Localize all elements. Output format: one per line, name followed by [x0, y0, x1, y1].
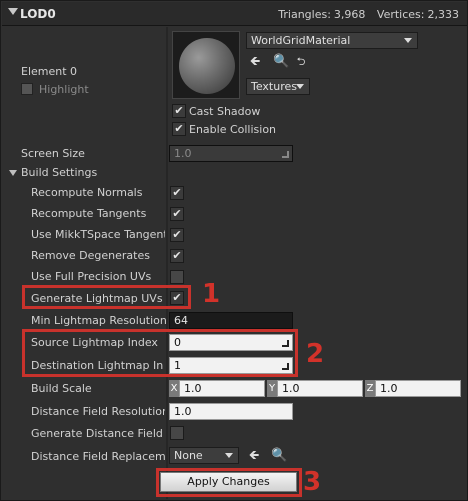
min-lightmap-resolution-value: 64	[174, 314, 188, 327]
textures-dropdown[interactable]: Textures	[246, 78, 310, 95]
highlight-label: Highlight	[39, 83, 89, 96]
material-dropdown[interactable]: WorldGridMaterial	[246, 32, 418, 49]
distance-field-resolution-value: 1.0	[174, 405, 192, 418]
vertices-value: 2,333	[427, 8, 460, 21]
mikktspace-label: Use MikkTSpace Tangent	[31, 228, 165, 241]
annotation-number-3: 3	[303, 467, 322, 497]
use-selected-arrow-icon[interactable]: 🡸	[247, 54, 263, 70]
material-thumbnail[interactable]	[172, 31, 240, 99]
recompute-tangents-checkbox[interactable]: ✔	[170, 207, 184, 221]
annotation-box-3	[156, 468, 302, 497]
use-selected-arrow-icon[interactable]: 🡸	[246, 448, 262, 464]
mesh-stats: Triangles: 3,968 Vertices: 2,333	[275, 8, 459, 21]
annotation-number-1: 1	[202, 279, 221, 309]
distance-field-replacement-label: Distance Field Replacemen	[31, 450, 165, 463]
generate-distance-field-checkbox[interactable]	[170, 426, 184, 440]
enable-collision-label: Enable Collision	[189, 123, 277, 136]
full-precision-uvs-checkbox[interactable]	[170, 270, 184, 284]
annotation-box-1	[22, 285, 191, 309]
screen-size-field[interactable]: 1.0	[169, 145, 293, 162]
lod-title: LOD0	[20, 7, 56, 21]
min-lightmap-resolution-field[interactable]: 64	[169, 312, 293, 329]
build-settings-arrow-icon[interactable]	[9, 170, 17, 176]
screen-size-value: 1.0	[174, 147, 192, 160]
build-settings-label: Build Settings	[21, 166, 98, 179]
vertices-label: Vertices:	[376, 8, 425, 21]
annotation-number-2: 2	[306, 339, 325, 369]
z-axis-tag: Z	[365, 380, 375, 397]
full-precision-uvs-label: Use Full Precision UVs	[31, 270, 152, 283]
remove-degenerates-checkbox[interactable]: ✔	[170, 249, 184, 263]
recompute-normals-checkbox[interactable]: ✔	[170, 186, 184, 200]
highlight-toggle[interactable]	[21, 83, 33, 95]
build-scale-y-field[interactable]: 1.0	[277, 380, 363, 397]
distance-field-replacement-value: None	[174, 449, 203, 462]
triangles-value: 3,968	[333, 8, 366, 21]
screen-size-label: Screen Size	[21, 147, 85, 160]
distance-field-replacement-dropdown[interactable]: None	[169, 447, 239, 464]
reset-icon[interactable]: ⮌	[293, 54, 309, 70]
chevron-down-icon	[296, 84, 304, 89]
build-scale-x-field[interactable]: 1.0	[179, 380, 265, 397]
distance-field-resolution-label: Distance Field Resolution S	[31, 405, 165, 418]
min-lightmap-resolution-label: Min Lightmap Resolution	[31, 314, 167, 327]
remove-degenerates-label: Remove Degenerates	[31, 249, 150, 262]
x-axis-tag: X	[169, 380, 179, 397]
triangles-label: Triangles:	[278, 8, 331, 21]
textures-label: Textures	[251, 80, 297, 93]
distance-field-resolution-field[interactable]: 1.0	[169, 403, 293, 420]
mikktspace-checkbox[interactable]: ✔	[170, 228, 184, 242]
y-axis-tag: Y	[267, 380, 277, 397]
cast-shadow-checkbox[interactable]: ✔	[172, 104, 186, 118]
chevron-down-icon	[225, 453, 233, 458]
generate-distance-field-label: Generate Distance Field as	[31, 427, 165, 440]
browse-search-icon[interactable]: 🔍	[273, 54, 289, 70]
resize-grip-icon	[282, 151, 289, 158]
build-scale-z-field[interactable]: 1.0	[375, 380, 461, 397]
element-label: Element 0	[21, 65, 78, 78]
build-scale-z-value: 1.0	[380, 382, 398, 395]
lod-header[interactable]: LOD0 Triangles: 3,968 Vertices: 2,333	[2, 2, 467, 26]
build-scale-x-value: 1.0	[184, 382, 202, 395]
browse-search-icon[interactable]: 🔍	[271, 448, 287, 464]
build-scale-label: Build Scale	[31, 382, 92, 395]
column-divider[interactable]	[166, 27, 168, 499]
recompute-tangents-label: Recompute Tangents	[31, 207, 147, 220]
enable-collision-checkbox[interactable]: ✔	[172, 122, 186, 136]
collapse-arrow-icon[interactable]	[8, 8, 18, 15]
recompute-normals-label: Recompute Normals	[31, 186, 143, 199]
material-sphere-icon	[179, 38, 235, 94]
material-name: WorldGridMaterial	[251, 34, 351, 47]
annotation-box-2	[22, 329, 298, 377]
lod-details-panel: LOD0 Triangles: 3,968 Vertices: 2,333 Elem…	[0, 0, 468, 501]
cast-shadow-label: Cast Shadow	[189, 105, 261, 118]
build-scale-y-value: 1.0	[282, 382, 300, 395]
chevron-down-icon	[404, 38, 412, 43]
